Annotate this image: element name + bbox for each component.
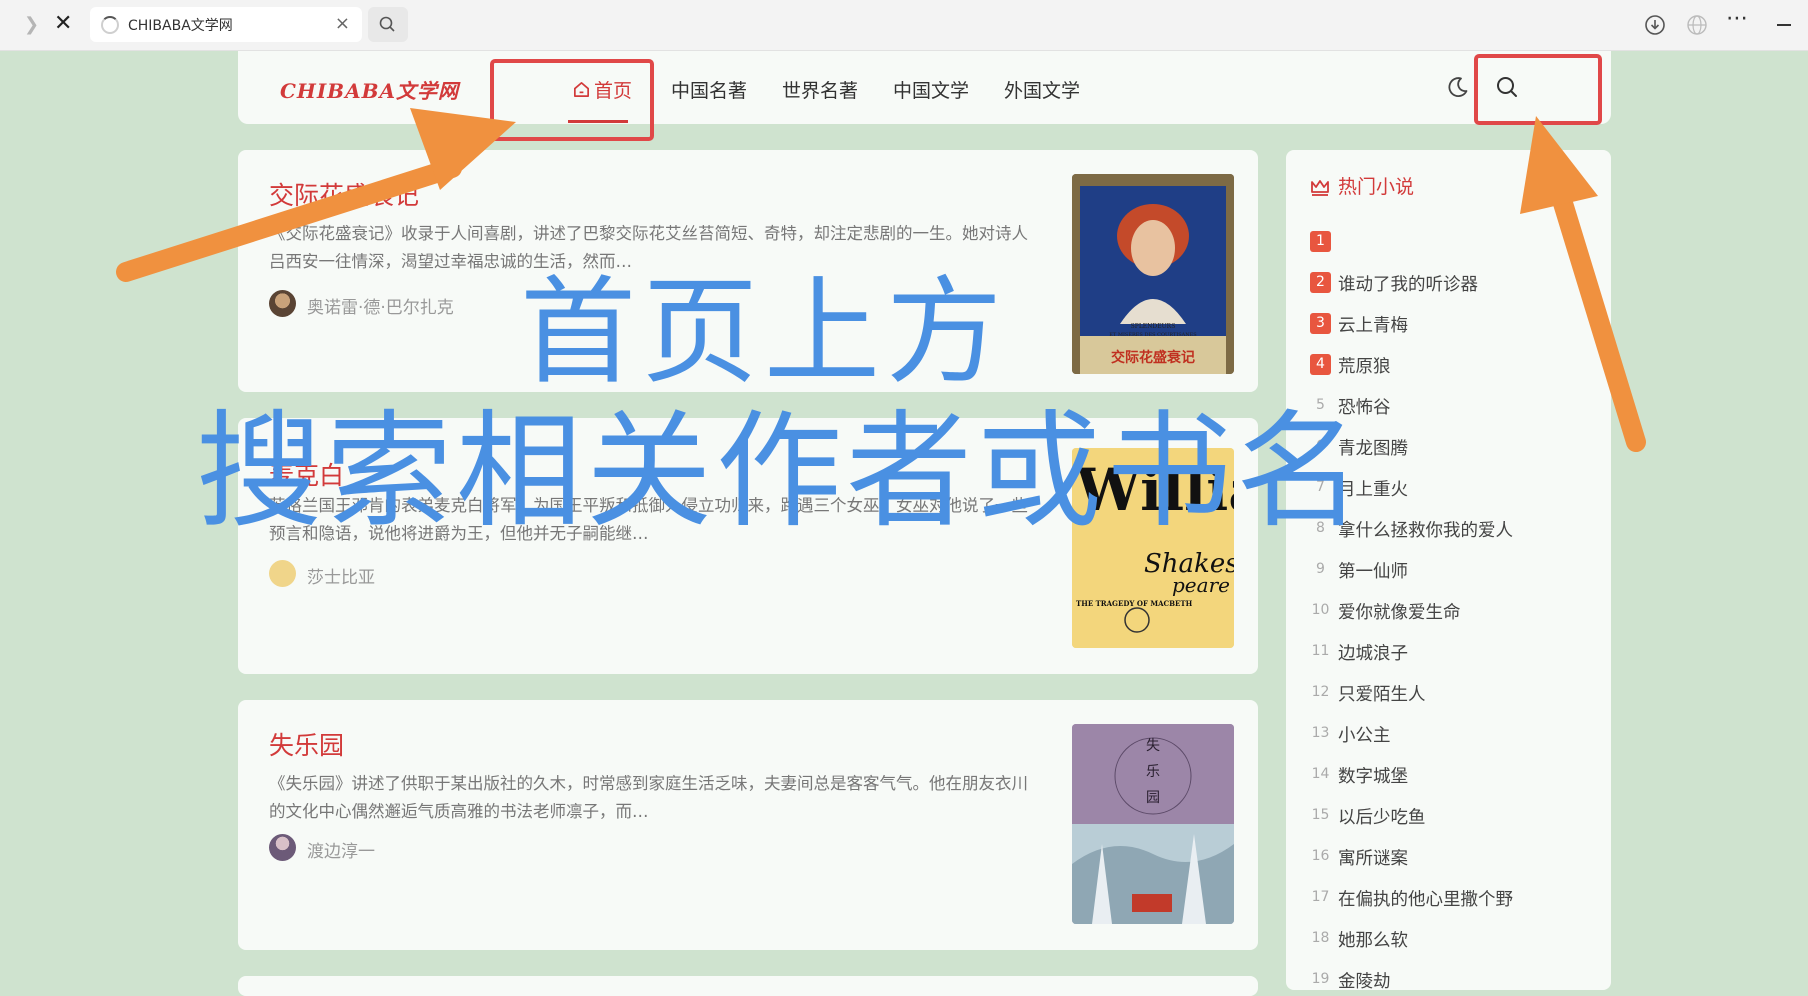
sidebar-item-label: 她那么软 bbox=[1338, 931, 1408, 951]
sidebar-item-label: 第一仙师 bbox=[1338, 562, 1408, 582]
rank-number: 11 bbox=[1311, 643, 1330, 659]
minimize-icon[interactable] bbox=[1777, 24, 1791, 26]
rank-number: 12 bbox=[1311, 684, 1330, 700]
nav-foreign-literature[interactable]: 外国文学 bbox=[1004, 76, 1080, 103]
rank-number: 10 bbox=[1311, 602, 1330, 618]
tab-title: CHIBABA文学网 bbox=[128, 18, 233, 34]
cover-art: SPLENDEURS ET MISÈRES DES COURTISANES 交际… bbox=[1072, 174, 1234, 374]
cover-char-1: 失 bbox=[1146, 738, 1160, 754]
sidebar-title-label: 热门小说 bbox=[1338, 176, 1415, 198]
author-name: 莎士比亚 bbox=[307, 568, 375, 588]
cover-title-line2: ET MISÈRES DES COURTISANES bbox=[1109, 330, 1197, 338]
tab-close-icon[interactable]: × bbox=[335, 13, 350, 34]
cover-title-line1: SPLENDEURS bbox=[1131, 323, 1176, 330]
rank-number: 14 bbox=[1311, 766, 1330, 782]
cover-char-2: 乐 bbox=[1146, 764, 1160, 780]
rank-number: 15 bbox=[1311, 807, 1330, 823]
sidebar-item-label: 金陵劫 bbox=[1338, 972, 1391, 992]
nav-home[interactable]: 首页 bbox=[572, 76, 632, 103]
sidebar-item-label: 边城浪子 bbox=[1338, 644, 1408, 664]
rank-number: 18 bbox=[1311, 930, 1330, 946]
rank-number: 17 bbox=[1311, 889, 1330, 905]
author-avatar bbox=[269, 290, 296, 317]
download-icon[interactable] bbox=[1643, 13, 1667, 37]
loading-icon bbox=[101, 16, 119, 34]
browser-toolbar: ❯ ✕ CHIBABA文学网 × ⋯ bbox=[0, 0, 1808, 51]
cover-word-peare: peare bbox=[1172, 573, 1230, 597]
hot-novels-sidebar: 热门小说 1 2 谁动了我的听诊器 3 云上青梅 4 荒原狼 5 恐怖谷 6 青龙图腾 7 月上重火 8 拿… bbox=[1286, 150, 1611, 992]
sidebar-item-label: 寓所谜案 bbox=[1338, 849, 1408, 869]
book-cover[interactable]: 失 乐 园 bbox=[1072, 724, 1234, 924]
annotation-text-line2: 搜索相关作者或书名 bbox=[196, 398, 1366, 545]
rank-number: 1 bbox=[1310, 231, 1331, 252]
nav-home-label: 首页 bbox=[594, 80, 633, 102]
active-nav-indicator bbox=[568, 120, 628, 123]
book-card[interactable]: 失乐园 《失乐园》讲述了供职于某出版社的久木，时常感到家庭生活乏味，夫妻间总是客… bbox=[238, 700, 1258, 950]
sidebar-item-label: 以后少吃鱼 bbox=[1338, 808, 1426, 828]
forward-icon[interactable]: ❯ bbox=[24, 14, 39, 35]
author-avatar bbox=[269, 834, 296, 861]
sidebar-item-label: 谁动了我的听诊器 bbox=[1338, 275, 1478, 295]
rank-number: 9 bbox=[1316, 561, 1325, 577]
search-icon[interactable] bbox=[1494, 74, 1520, 100]
book-title[interactable]: 交际花盛衰记 bbox=[269, 176, 419, 212]
sidebar-item-label: 只爱陌生人 bbox=[1338, 685, 1426, 705]
sidebar-item-label: 云上青梅 bbox=[1338, 316, 1408, 336]
sidebar-item-label: 在偏执的他心里撒个野 bbox=[1338, 890, 1513, 910]
more-icon[interactable]: ⋯ bbox=[1726, 6, 1749, 31]
book-card[interactable] bbox=[238, 976, 1258, 996]
home-icon bbox=[573, 81, 590, 98]
book-cover[interactable]: SPLENDEURS ET MISÈRES DES COURTISANES 交际… bbox=[1072, 174, 1234, 374]
nav-world-classics[interactable]: 世界名著 bbox=[782, 76, 858, 103]
rank-number: 13 bbox=[1311, 725, 1330, 741]
stop-icon[interactable]: ✕ bbox=[54, 11, 72, 36]
sidebar-title: 热门小说 bbox=[1310, 172, 1414, 199]
book-description: 《失乐园》讲述了供职于某出版社的久木，时常感到家庭生活乏味，夫妻间总是客客气气。… bbox=[269, 774, 1028, 821]
sidebar-item-label: 爱你就像爱生命 bbox=[1338, 603, 1461, 623]
site-header: CHIBABA文学网 首页 中国名著 世界名著 中国文学 外国文学 bbox=[238, 51, 1611, 124]
rank-number: 2 bbox=[1310, 272, 1331, 293]
search-icon bbox=[379, 16, 395, 32]
nav-chinese-classics[interactable]: 中国名著 bbox=[671, 76, 747, 103]
cover-char-3: 园 bbox=[1146, 790, 1160, 806]
sidebar-item-label: 数字城堡 bbox=[1338, 767, 1408, 787]
author-avatar bbox=[269, 560, 296, 587]
author-name: 渡边淳一 bbox=[307, 842, 375, 862]
cover-art: 失 乐 园 bbox=[1072, 724, 1234, 924]
crown-icon bbox=[1311, 180, 1329, 196]
sidebar-item-label: 小公主 bbox=[1338, 726, 1391, 746]
browser-tab[interactable]: CHIBABA文学网 × bbox=[90, 7, 362, 42]
moon-icon[interactable] bbox=[1446, 75, 1470, 99]
globe-icon[interactable] bbox=[1685, 13, 1709, 37]
site-logo[interactable]: CHIBABA文学网 bbox=[280, 75, 459, 104]
cover-title-cn: 交际花盛衰记 bbox=[1111, 349, 1195, 366]
cover-subtitle: THE TRAGEDY OF MACBETH bbox=[1076, 599, 1193, 608]
tab-search-button[interactable] bbox=[368, 7, 408, 42]
rank-number: 3 bbox=[1310, 313, 1331, 334]
nav-chinese-literature[interactable]: 中国文学 bbox=[893, 76, 969, 103]
book-title[interactable]: 失乐园 bbox=[269, 726, 344, 762]
author-name: 奥诺雷·德·巴尔扎克 bbox=[307, 298, 454, 318]
rank-number: 16 bbox=[1311, 848, 1330, 864]
